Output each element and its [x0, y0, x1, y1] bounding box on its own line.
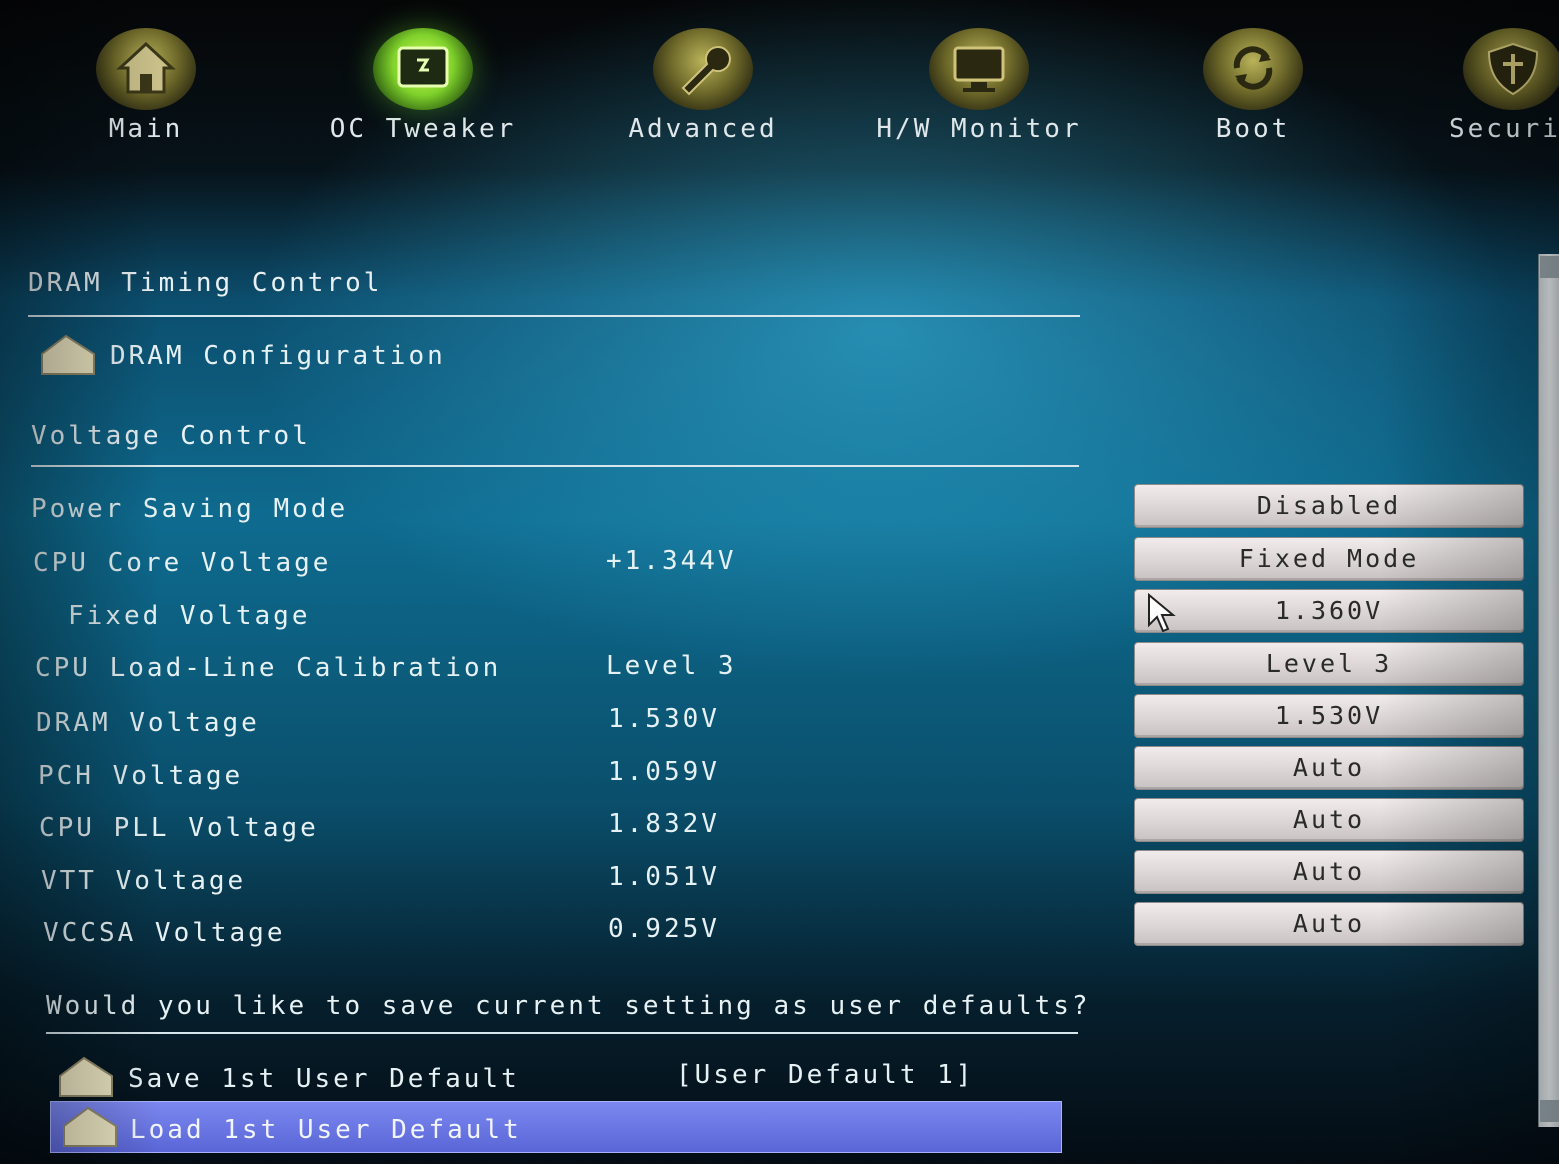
divider [31, 465, 1079, 467]
scrollbar[interactable] [1538, 254, 1559, 1127]
tab-label: Advanced [628, 114, 778, 144]
value-user-default-slot: [User Default 1] [676, 1060, 975, 1090]
value-cpu-core-voltage: +1.344V [606, 546, 737, 576]
tab-advanced[interactable]: Advanced [593, 28, 813, 144]
select-cpu-core-voltage-mode[interactable]: Fixed Mode [1134, 537, 1524, 581]
top-navigation: Main OC Tweaker Advanced H/W Monitor Boo… [0, 0, 1559, 185]
tab-label: Main [108, 114, 184, 144]
label-dram-voltage: DRAM Voltage [36, 708, 260, 738]
home-icon [96, 28, 196, 110]
scroll-down-arrow-icon[interactable] [1540, 1100, 1559, 1122]
user-defaults-prompt: Would you like to save current setting a… [46, 991, 1091, 1021]
label-power-saving-mode: Power Saving Mode [31, 494, 349, 524]
scroll-up-arrow-icon[interactable] [1540, 256, 1559, 278]
folder-icon [40, 334, 95, 375]
folder-icon [62, 1106, 117, 1147]
submenu-dram-configuration[interactable]: DRAM Configuration [110, 341, 446, 371]
value-cpu-load-line-calibration: Level 3 [606, 651, 737, 681]
shield-icon [1463, 28, 1559, 110]
select-vccsa-voltage[interactable]: Auto [1134, 902, 1524, 946]
label-vtt-voltage: VTT Voltage [41, 866, 247, 896]
monitor-icon [929, 28, 1029, 110]
tab-label: Securi [1449, 114, 1559, 144]
folder-icon [58, 1056, 113, 1097]
label-fixed-voltage: Fixed Voltage [68, 601, 311, 631]
menu-load-1st-user-default[interactable]: Load 1st User Default [130, 1115, 522, 1145]
value-vccsa-voltage: 0.925V [608, 914, 720, 944]
tab-boot[interactable]: Boot [1143, 28, 1363, 144]
value-pch-voltage: 1.059V [608, 757, 720, 787]
value-vtt-voltage: 1.051V [608, 862, 720, 892]
tab-label: Boot [1215, 114, 1291, 144]
section-dram-timing: DRAM Timing Control [28, 268, 383, 298]
label-cpu-pll-voltage: CPU PLL Voltage [39, 813, 319, 843]
label-cpu-load-line-calibration: CPU Load-Line Calibration [35, 653, 502, 683]
tab-oc-tweaker[interactable]: OC Tweaker [313, 28, 533, 144]
mouse-cursor-icon [1147, 592, 1177, 637]
select-cpu-load-line-calibration[interactable]: Level 3 [1134, 642, 1524, 686]
label-vccsa-voltage: VCCSA Voltage [43, 918, 286, 948]
tab-label: OC Tweaker [329, 114, 517, 144]
divider [46, 1032, 1078, 1034]
divider [28, 315, 1080, 317]
select-vtt-voltage[interactable]: Auto [1134, 850, 1524, 894]
select-cpu-pll-voltage[interactable]: Auto [1134, 798, 1524, 842]
tab-main[interactable]: Main [36, 28, 256, 144]
label-cpu-core-voltage: CPU Core Voltage [33, 548, 332, 578]
input-fixed-voltage[interactable]: 1.360V [1134, 589, 1524, 633]
wrench-icon [653, 28, 753, 110]
boot-refresh-icon [1203, 28, 1303, 110]
menu-save-1st-user-default[interactable]: Save 1st User Default [128, 1064, 520, 1094]
section-voltage-control: Voltage Control [31, 421, 311, 451]
select-pch-voltage[interactable]: Auto [1134, 746, 1524, 790]
value-cpu-pll-voltage: 1.832V [608, 809, 720, 839]
oc-tweaker-icon [373, 28, 473, 110]
select-dram-voltage[interactable]: 1.530V [1134, 694, 1524, 738]
select-power-saving-mode[interactable]: Disabled [1134, 484, 1524, 528]
label-pch-voltage: PCH Voltage [38, 761, 244, 791]
tab-security[interactable]: Securi [1419, 28, 1559, 144]
tab-label: H/W Monitor [876, 114, 1082, 144]
tab-hw-monitor[interactable]: H/W Monitor [869, 28, 1089, 144]
value-dram-voltage: 1.530V [608, 704, 720, 734]
